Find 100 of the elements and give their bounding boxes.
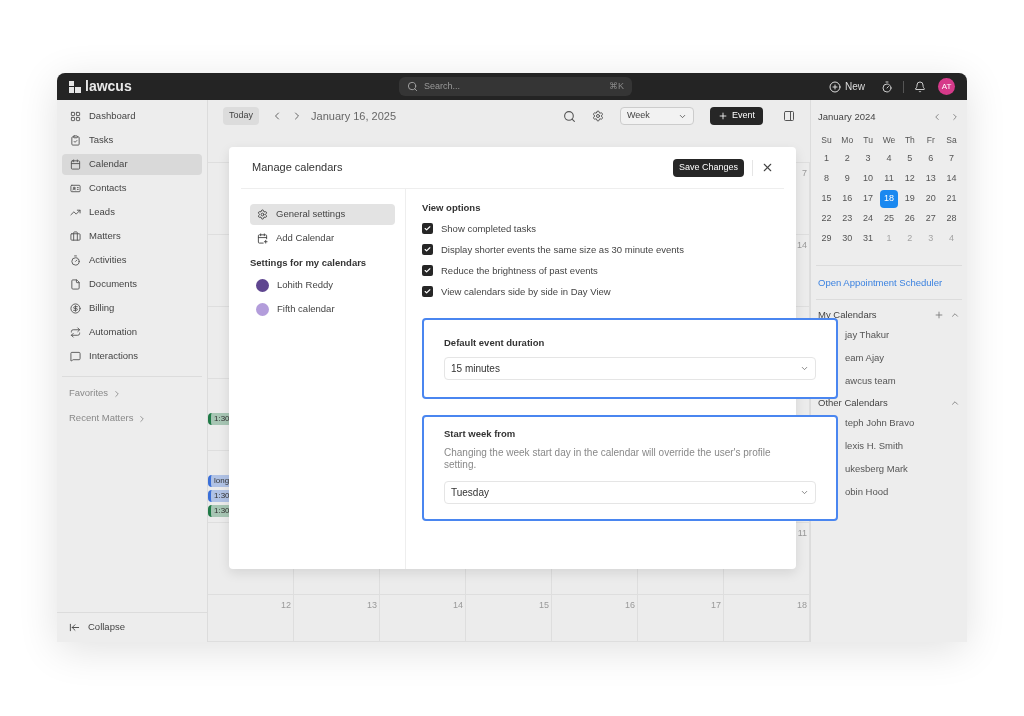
day-number: 13 — [367, 599, 377, 612]
settings-icon[interactable] — [592, 110, 604, 122]
calendar-name[interactable]: Fifth calendar — [277, 302, 335, 317]
calendar-day[interactable]: 17 — [859, 190, 878, 208]
day-number: 14 — [797, 239, 807, 252]
new-button[interactable]: New — [829, 79, 865, 94]
calendar-day[interactable]: 19 — [900, 190, 919, 208]
panel-icon[interactable] — [783, 110, 795, 122]
weekday-label: Th — [903, 133, 916, 147]
calendar-day[interactable]: 8 — [817, 170, 836, 188]
plus-icon — [718, 111, 728, 121]
weekday-label: Fr — [925, 133, 936, 147]
option-label: Reduce the brightness of past events — [441, 263, 598, 278]
grid-icon — [70, 111, 81, 122]
calendar-day[interactable]: 6 — [921, 150, 940, 168]
sidebar-item[interactable]: Matters — [62, 226, 202, 247]
sidebar-item[interactable]: Interactions — [62, 346, 202, 367]
sidebar-item[interactable]: Calendar — [62, 154, 202, 175]
calendar-name[interactable]: teph John Bravo — [845, 411, 915, 435]
sidebar-item[interactable]: Documents — [62, 274, 202, 295]
close-icon[interactable] — [761, 161, 774, 174]
briefcase-icon — [70, 231, 81, 242]
calendar-day[interactable]: 30 — [838, 230, 857, 248]
calendar-day[interactable]: 12 — [900, 170, 919, 188]
save-changes-button[interactable]: Save Changes — [672, 158, 744, 177]
card-title: Start week from — [444, 427, 517, 442]
calendar-day[interactable]: 15 — [817, 190, 836, 208]
stopwatch-icon[interactable] — [881, 80, 893, 93]
day-number: 7 — [802, 167, 807, 180]
collapse-icon — [69, 622, 80, 633]
calendar-day[interactable]: 7 — [942, 150, 961, 168]
view-select[interactable]: Week — [620, 107, 694, 125]
weekday-label: Tu — [862, 133, 874, 147]
sidebar-item[interactable]: Activities — [62, 250, 202, 271]
calendar-day[interactable]: 9 — [838, 170, 857, 188]
calendar-name[interactable]: lexis H. Smith — [845, 434, 904, 458]
search-field[interactable]: Search... ⌘K — [399, 77, 632, 96]
avatar[interactable]: AT — [938, 78, 955, 95]
calendar-name[interactable]: ukesberg Mark — [845, 457, 908, 481]
option-label: Show completed tasks — [441, 221, 537, 236]
calendar-day[interactable]: 31 — [859, 230, 878, 248]
calendar-name[interactable]: awcus team — [845, 369, 896, 393]
id-card-icon — [70, 183, 81, 194]
calendar-day[interactable]: 11 — [880, 170, 898, 188]
sidebar-item[interactable]: Automation — [62, 322, 202, 343]
calendar-day[interactable]: 29 — [817, 230, 836, 248]
sidebar-item[interactable]: Dashboard — [62, 106, 202, 127]
check-icon — [424, 288, 431, 296]
checkbox[interactable] — [422, 223, 433, 235]
calendar-name[interactable]: Lohith Reddy — [277, 278, 333, 293]
search-icon[interactable] — [563, 109, 576, 123]
calendar-day[interactable]: 24 — [859, 210, 878, 228]
calendar-day[interactable]: 22 — [817, 210, 836, 228]
card-title: Default event duration — [444, 336, 546, 351]
day-number: 17 — [711, 599, 721, 612]
calendar-name[interactable]: jay Thakur — [845, 323, 890, 347]
calendar-day[interactable]: 25 — [880, 210, 898, 228]
collapse-button[interactable]: Collapse — [57, 612, 207, 642]
card-description: Changing the week start day in the calendar will override the user's profile setting. — [444, 446, 772, 471]
trend-icon — [70, 207, 81, 218]
logo-icon — [69, 80, 81, 93]
calendar-day[interactable]: 10 — [859, 170, 878, 188]
current-date: January 16, 2025 — [311, 108, 397, 124]
calendar-day[interactable]: 21 — [942, 190, 961, 208]
sidebar-item[interactable]: Billing — [62, 298, 202, 319]
calendar-day[interactable]: 26 — [900, 210, 919, 228]
checkbox[interactable] — [422, 265, 433, 277]
dropdown-select[interactable]: 15 minutes — [444, 356, 816, 380]
checkbox[interactable] — [422, 244, 433, 256]
calendar-day[interactable]: 14 — [942, 170, 961, 188]
calendar-day[interactable]: 16 — [838, 190, 857, 208]
calendar-day[interactable]: 4 — [880, 150, 898, 168]
settings-nav-item[interactable]: General settings — [250, 204, 395, 225]
search-icon — [407, 81, 418, 92]
calendar-day[interactable]: 18 — [880, 190, 898, 208]
checkbox[interactable] — [422, 286, 433, 298]
month-title: January 2024 — [818, 109, 876, 124]
sidebar-item[interactable]: Leads — [62, 202, 202, 223]
settings-nav-item[interactable]: Add Calendar — [250, 228, 395, 249]
day-number: 15 — [539, 599, 549, 612]
calendar-day[interactable]: 13 — [921, 170, 940, 188]
appointment-scheduler-link[interactable]: Open Appointment Scheduler — [816, 276, 962, 291]
calendar-name[interactable]: eam Ajay — [845, 346, 885, 370]
calendar-day[interactable]: 1 — [817, 150, 836, 168]
day-number: 16 — [625, 599, 635, 612]
calendar-day[interactable]: 27 — [921, 210, 940, 228]
check-icon — [424, 246, 431, 254]
calendar-day[interactable]: 28 — [942, 210, 961, 228]
calendar-day[interactable]: 20 — [921, 190, 940, 208]
add-event-button[interactable]: Event — [710, 107, 763, 125]
today-button[interactable]: Today — [223, 107, 260, 125]
sidebar-item[interactable]: Contacts — [62, 178, 202, 199]
calendar-day[interactable]: 3 — [859, 150, 878, 168]
calendar-day[interactable]: 5 — [900, 150, 919, 168]
calendar-day[interactable]: 23 — [838, 210, 857, 228]
dropdown-select[interactable]: Tuesday — [444, 480, 816, 504]
calendar-day[interactable]: 2 — [838, 150, 857, 168]
bell-icon[interactable] — [914, 80, 926, 93]
sidebar-item[interactable]: Tasks — [62, 130, 202, 151]
calendar-name[interactable]: obin Hood — [845, 480, 889, 504]
